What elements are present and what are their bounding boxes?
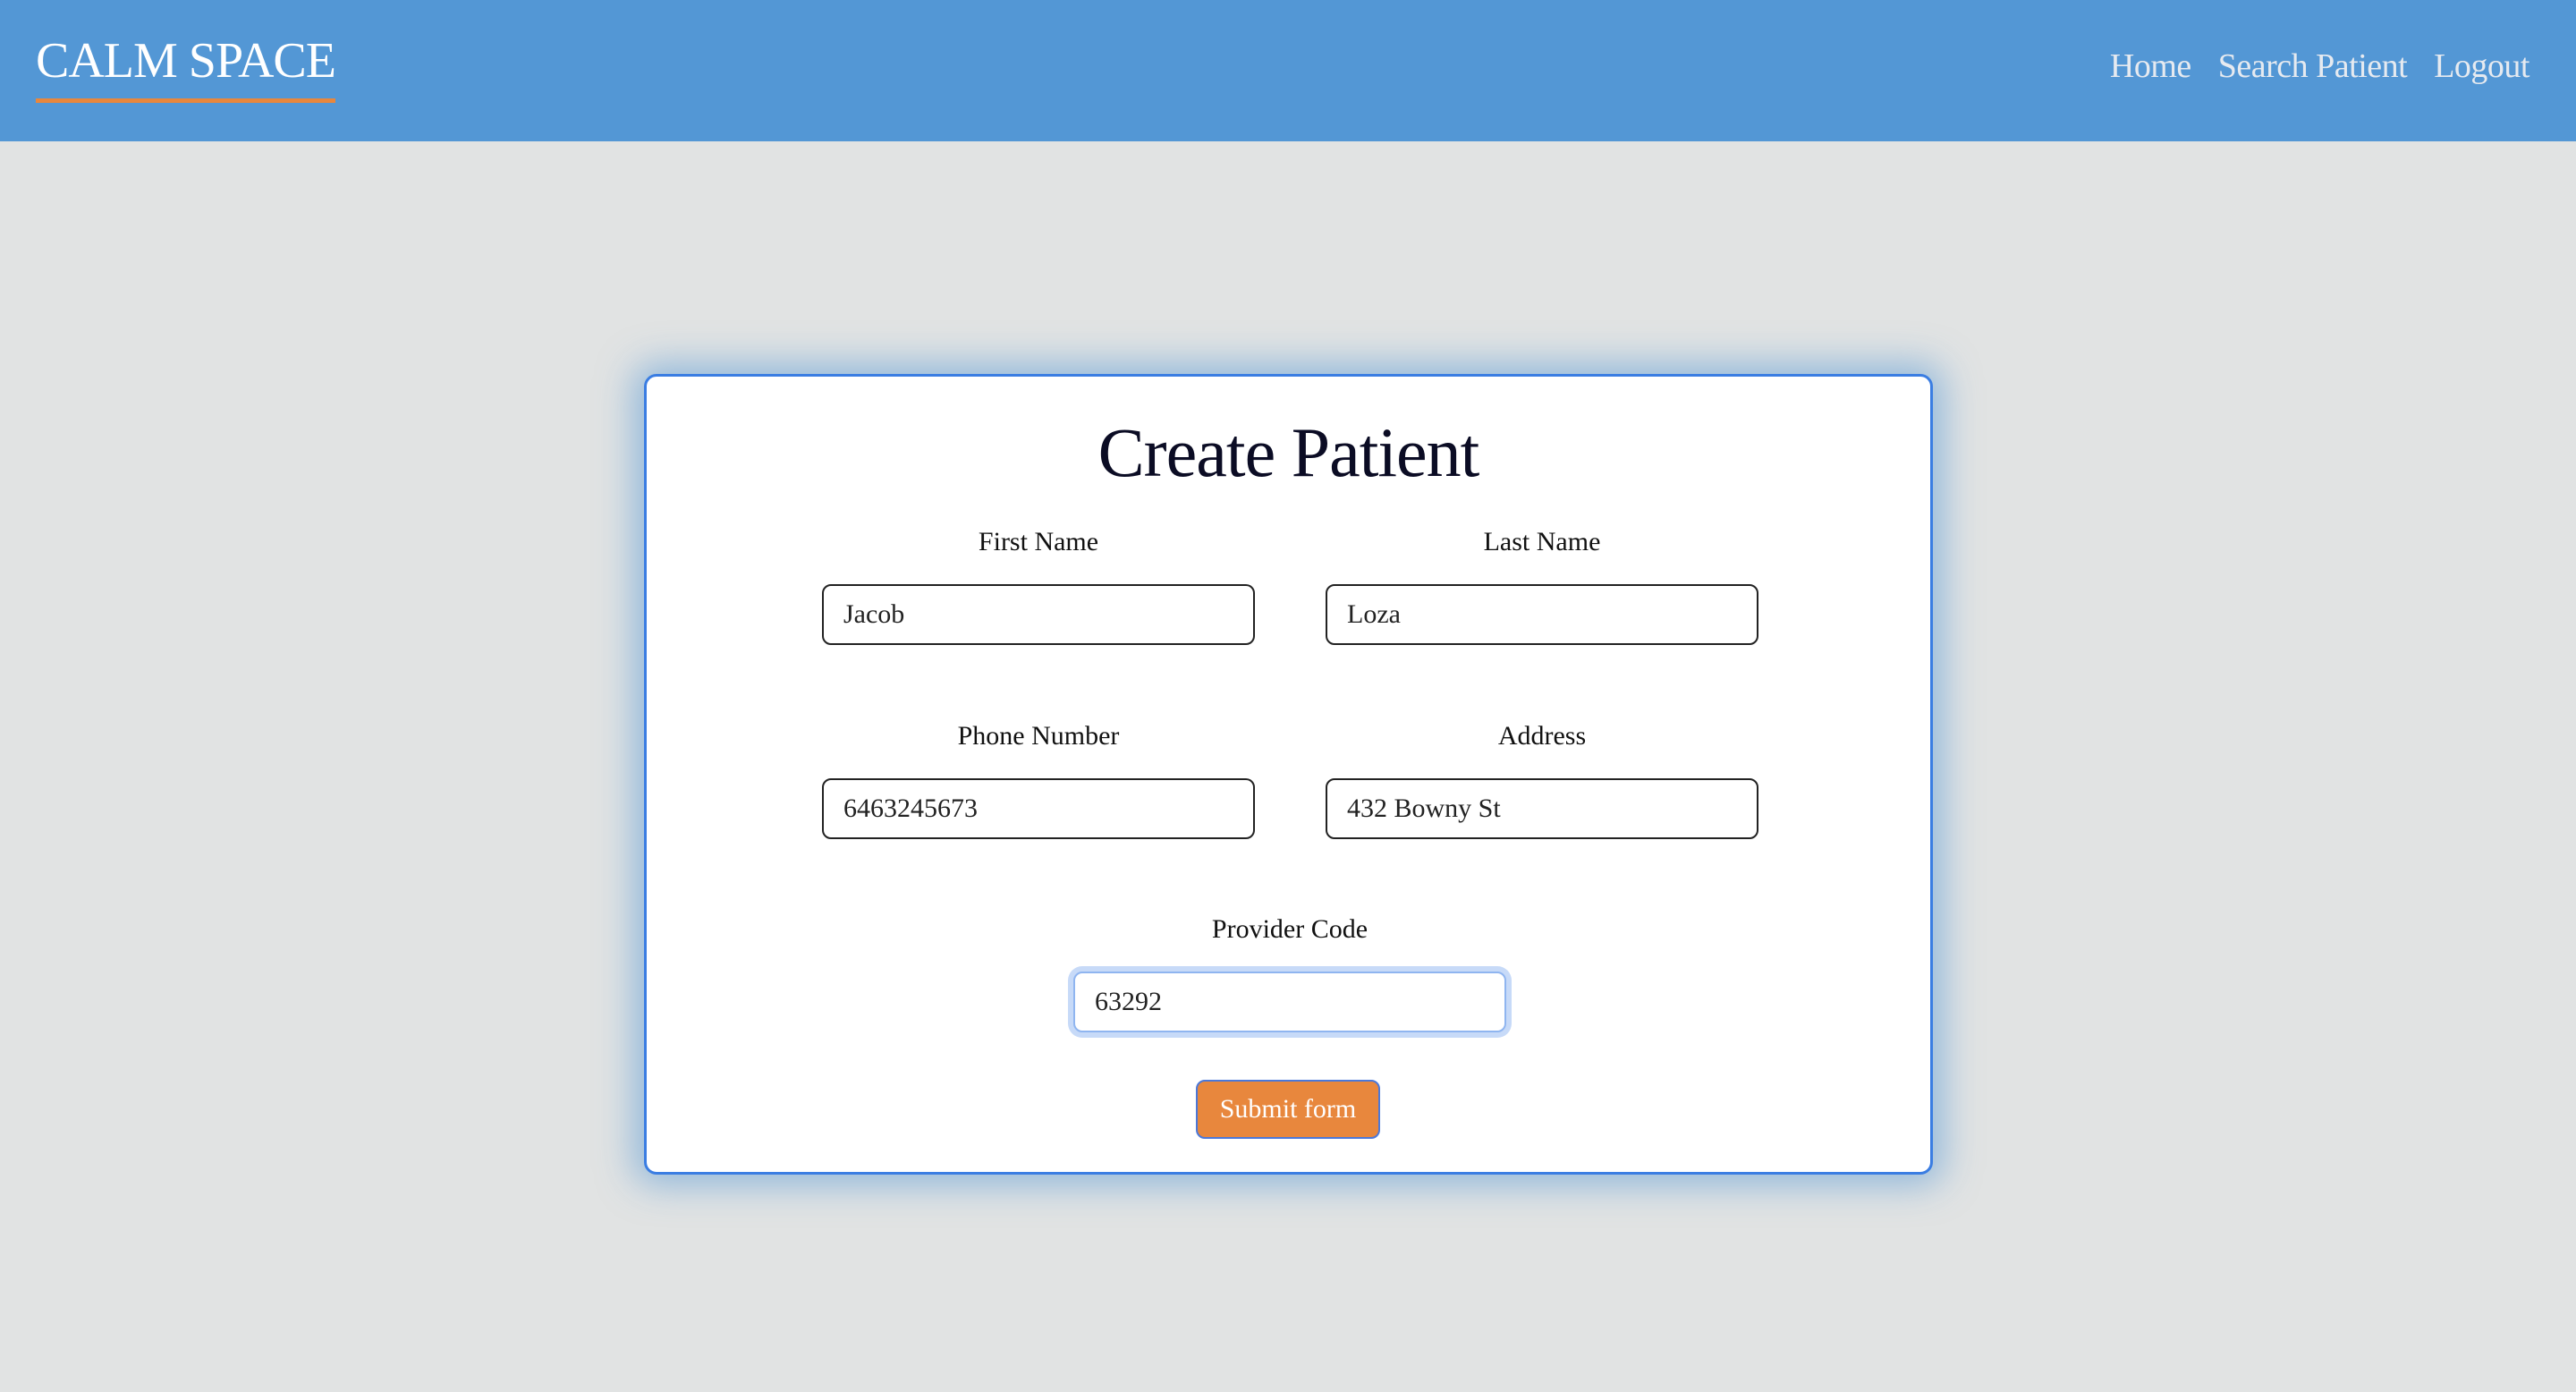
provider-code-label: Provider Code bbox=[1211, 914, 1368, 944]
submit-form-button[interactable]: Submit form bbox=[1196, 1080, 1380, 1139]
create-patient-card: Create Patient First Name Last Name Phon… bbox=[644, 374, 1933, 1175]
phone-number-group: Phone Number bbox=[822, 721, 1255, 839]
last-name-input[interactable] bbox=[1326, 584, 1758, 645]
nav-logout-link[interactable]: Logout bbox=[2434, 47, 2529, 86]
phone-number-input[interactable] bbox=[822, 778, 1255, 839]
page-title: Create Patient bbox=[1097, 413, 1480, 491]
last-name-label: Last Name bbox=[1483, 527, 1601, 556]
main-nav: Home Search Patient Logout bbox=[2110, 47, 2530, 86]
address-label: Address bbox=[1497, 721, 1587, 751]
provider-code-input[interactable] bbox=[1073, 972, 1506, 1032]
phone-number-label: Phone Number bbox=[957, 721, 1120, 751]
first-name-label: First Name bbox=[978, 527, 1099, 556]
nav-search-patient-link[interactable]: Search Patient bbox=[2218, 47, 2408, 86]
nav-home-link[interactable]: Home bbox=[2110, 47, 2191, 86]
first-name-input[interactable] bbox=[822, 584, 1255, 645]
provider-code-group: Provider Code bbox=[1073, 914, 1506, 1032]
address-input[interactable] bbox=[1326, 778, 1758, 839]
top-navbar: CALM SPACE Home Search Patient Logout bbox=[0, 0, 2576, 141]
last-name-group: Last Name bbox=[1326, 527, 1758, 645]
brand-logo[interactable]: CALM SPACE bbox=[36, 32, 336, 103]
address-group: Address bbox=[1326, 721, 1758, 839]
first-name-group: First Name bbox=[822, 527, 1255, 645]
